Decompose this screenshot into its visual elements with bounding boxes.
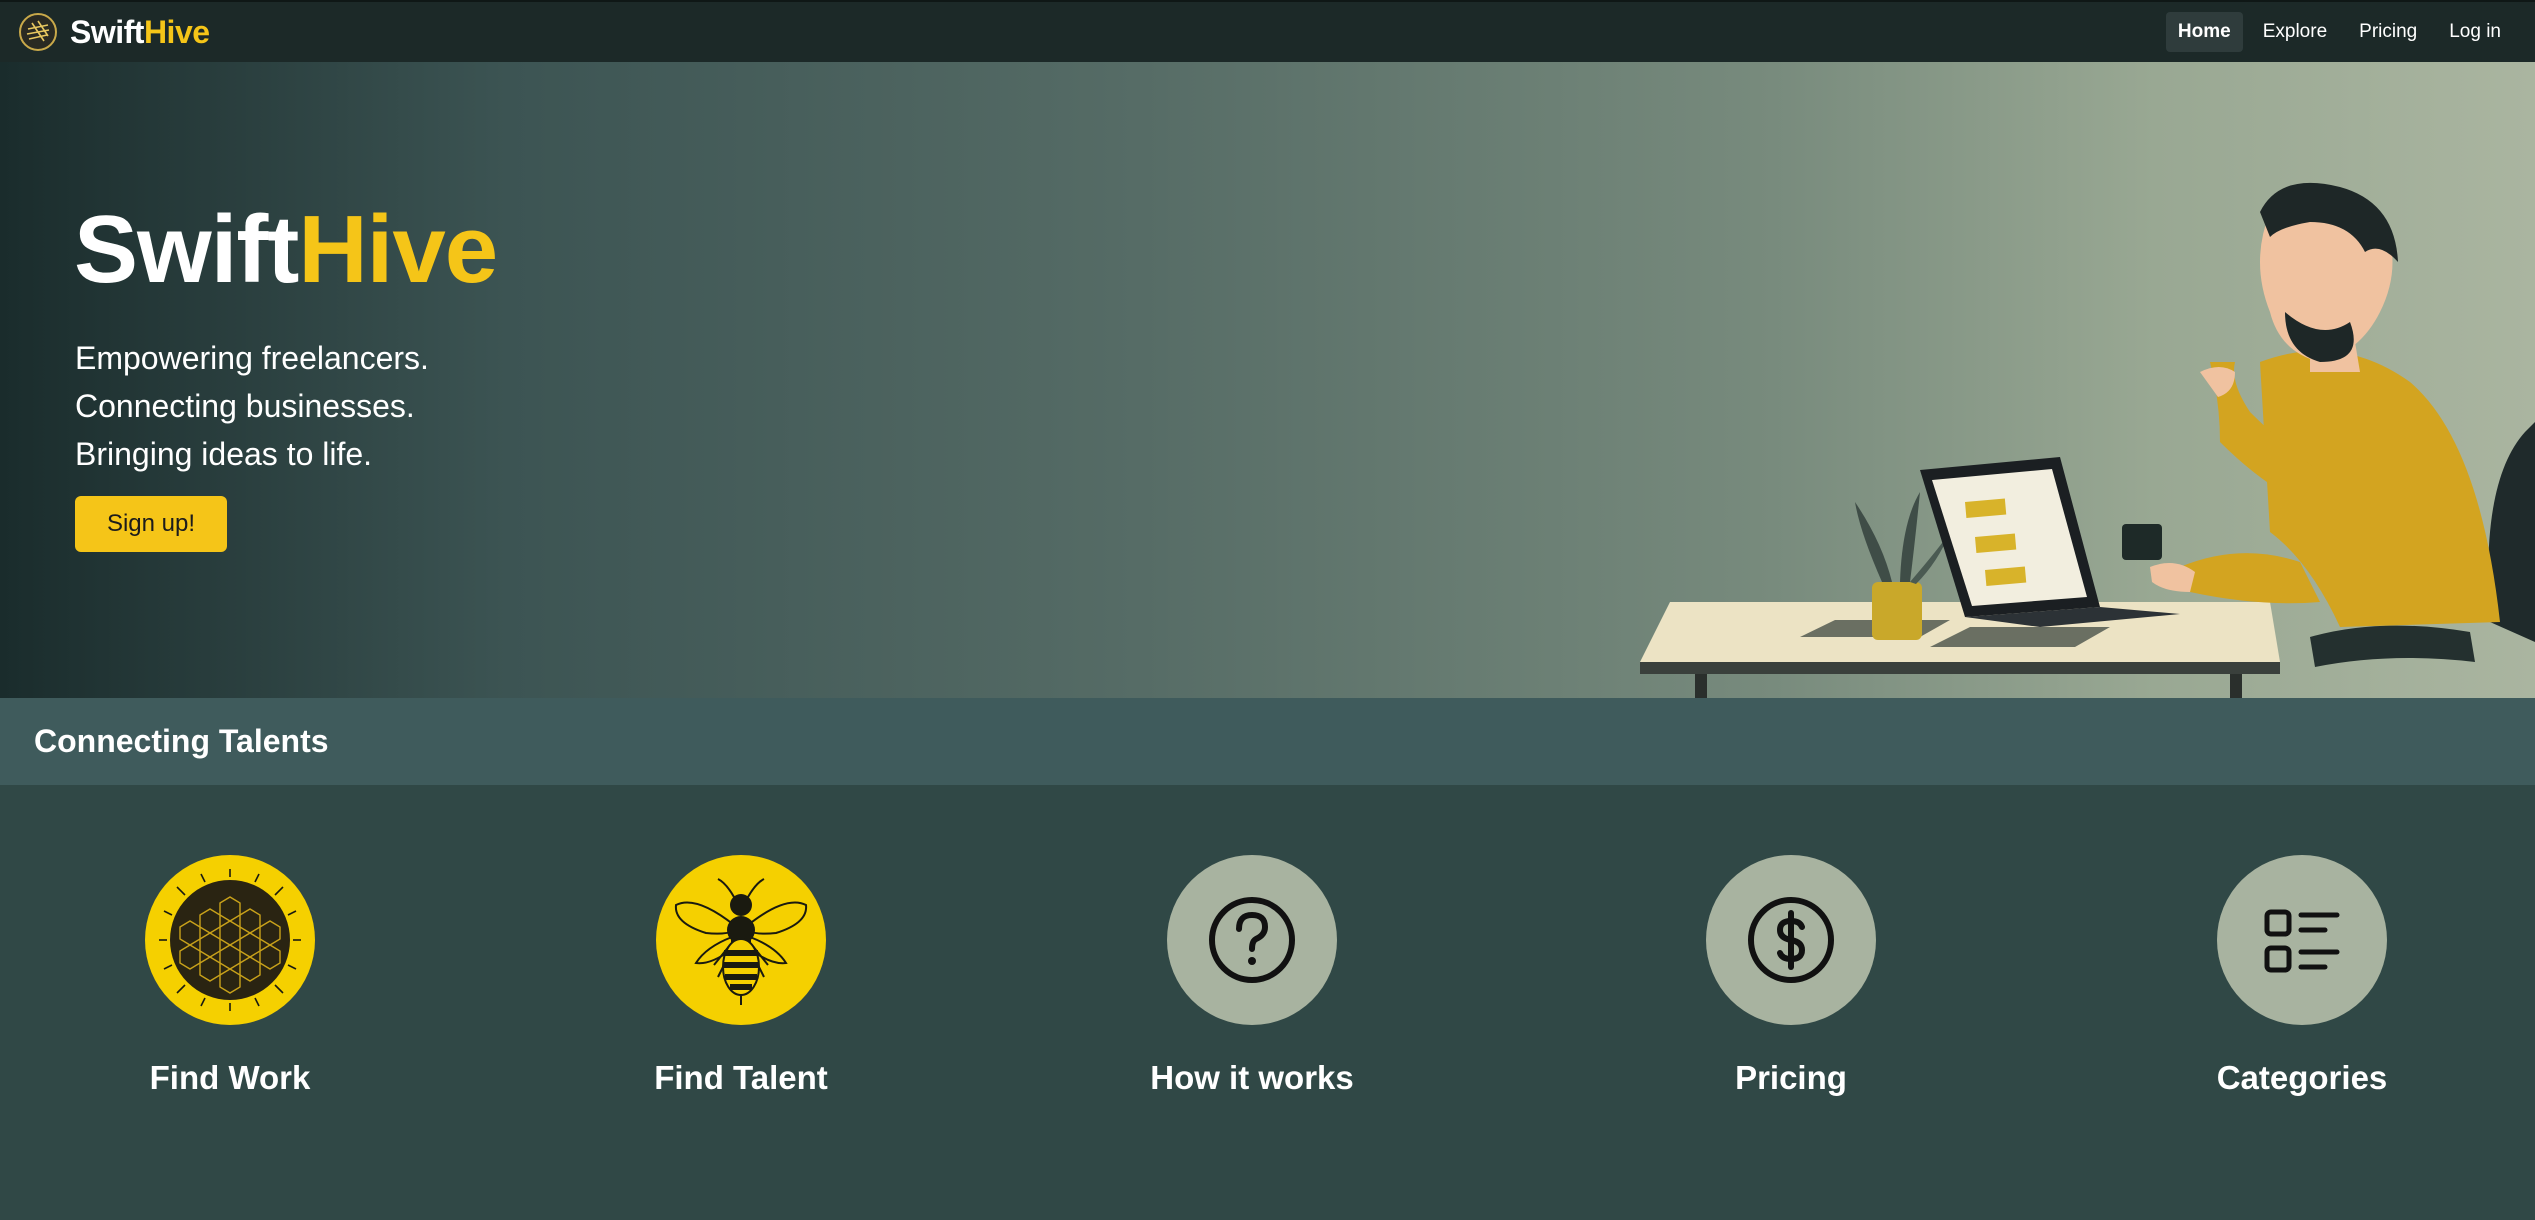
bee-icon: [674, 878, 808, 1005]
dollar-icon: [1748, 897, 1834, 983]
hero-line-1: Empowering freelancers.: [75, 340, 429, 376]
feature-circle: [1167, 855, 1337, 1025]
section-title: Connecting Talents: [34, 723, 329, 759]
feature-label: Find Talent: [654, 1059, 828, 1096]
nav-login[interactable]: Log in: [2437, 12, 2513, 52]
question-mark-icon: [1209, 897, 1295, 983]
nav-home[interactable]: Home: [2165, 12, 2243, 52]
feature-circle: [656, 855, 826, 1025]
honeycomb-icon: [159, 869, 301, 1011]
nav-explore[interactable]: Explore: [2251, 12, 2339, 52]
brand-name: SwiftHive: [70, 14, 210, 51]
feature-label: Pricing: [1735, 1059, 1847, 1096]
feature-find-work[interactable]: Find Work: [80, 855, 380, 1097]
feature-circle: [2217, 855, 2387, 1025]
hero-title-part2: Hive: [298, 196, 498, 303]
hero-line-2: Connecting businesses.: [75, 388, 415, 424]
nav-pricing[interactable]: Pricing: [2347, 12, 2429, 52]
feature-label: Categories: [2216, 1059, 2388, 1096]
feature-circle: [1706, 855, 1876, 1025]
brand-name-part2: Hive: [143, 13, 210, 50]
freelancer-at-desk-illustration: [1640, 182, 2535, 698]
feature-how-it-works[interactable]: How it works: [1102, 855, 1402, 1097]
feature-circle: [145, 855, 315, 1025]
brand-name-part1: Swift: [70, 13, 144, 50]
connecting-talents-bar: Connecting Talents: [0, 698, 2535, 785]
hero-title: SwiftHive: [74, 202, 498, 298]
feature-categories[interactable]: Categories: [2152, 855, 2452, 1097]
feature-find-talent[interactable]: Find Talent: [591, 855, 891, 1097]
top-navbar: SwiftHive Home Explore Pricing Log in: [0, 0, 2535, 62]
signup-button[interactable]: Sign up!: [75, 496, 227, 552]
feature-label: How it works: [1150, 1059, 1354, 1096]
feature-label: Find Work: [149, 1059, 311, 1096]
feature-pricing[interactable]: Pricing: [1641, 855, 1941, 1097]
features-grid: Find Work Find Talent How it works Prici…: [0, 785, 2535, 1220]
hero-tagline: Empowering freelancers. Connecting busin…: [75, 334, 429, 478]
hero-title-part1: Swift: [74, 196, 299, 303]
hive-logo-icon: [19, 13, 57, 51]
hero-line-3: Bringing ideas to life.: [75, 436, 373, 472]
list-icon: [2264, 909, 2340, 973]
brand[interactable]: SwiftHive: [18, 12, 210, 52]
hero-banner: SwiftHive Empowering freelancers. Connec…: [0, 62, 2535, 698]
nav-links: Home Explore Pricing Log in: [2165, 12, 2513, 52]
